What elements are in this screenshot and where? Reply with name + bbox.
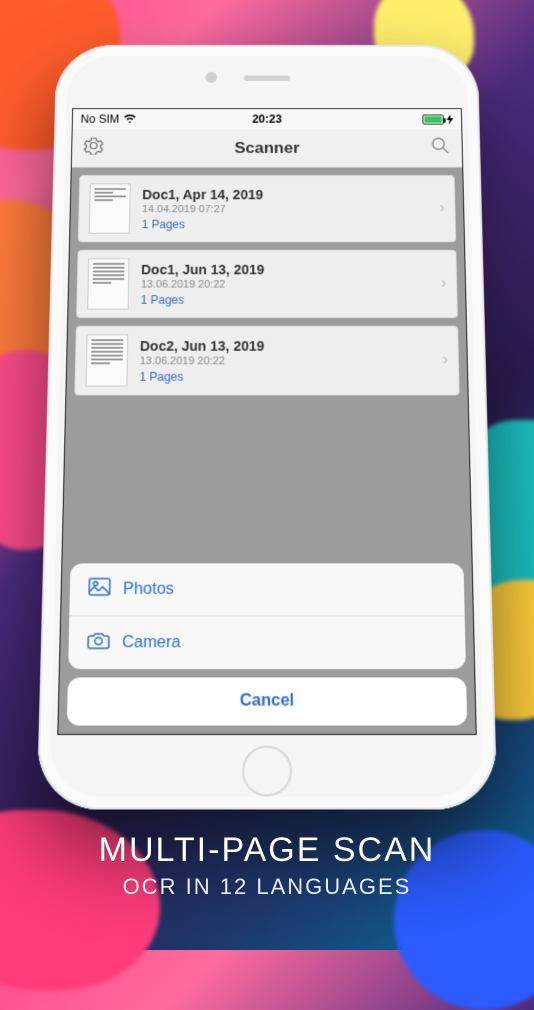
search-icon[interactable] (431, 136, 451, 159)
document-pages: 1 Pages (139, 370, 431, 384)
document-thumbnail (89, 183, 131, 233)
photo-icon (88, 578, 111, 601)
document-date: 14.04.2019 07:27 (142, 203, 428, 214)
phone-mockup: No SIM 20:23 Scanner (37, 45, 498, 810)
chevron-right-icon: › (439, 200, 445, 217)
chevron-right-icon: › (442, 352, 448, 369)
battery-icon (422, 114, 453, 124)
nav-title: Scanner (234, 139, 299, 157)
document-list: Doc1, Apr 14, 2019 14.04.2019 07:27 1 Pa… (66, 168, 468, 411)
cancel-label: Cancel (240, 692, 294, 710)
action-sheet-label: Photos (123, 580, 174, 598)
wifi-icon (123, 113, 137, 126)
status-carrier: No SIM (80, 113, 119, 126)
chevron-right-icon: › (441, 275, 447, 292)
settings-icon[interactable] (84, 136, 104, 159)
document-date: 13.06.2019 20:22 (141, 279, 430, 290)
document-row[interactable]: Doc2, Jun 13, 2019 13.06.2019 20:22 1 Pa… (74, 326, 459, 396)
document-pages: 1 Pages (142, 217, 428, 230)
document-title: Doc2, Jun 13, 2019 (140, 338, 431, 353)
action-sheet-cancel[interactable]: Cancel (67, 677, 467, 725)
document-thumbnail (86, 334, 129, 386)
action-sheet: Photos Camera Cancel (67, 563, 467, 725)
phone-screen: No SIM 20:23 Scanner (57, 108, 477, 735)
document-thumbnail (87, 258, 129, 309)
action-sheet-camera[interactable]: Camera (68, 616, 466, 669)
status-bar: No SIM 20:23 (73, 109, 462, 129)
marketing-headline: MULTI-PAGE SCAN (0, 831, 534, 870)
marketing-subline: OCR IN 12 LANGUAGES (0, 874, 534, 900)
document-title: Doc1, Jun 13, 2019 (141, 262, 429, 277)
marketing-copy: MULTI-PAGE SCAN OCR IN 12 LANGUAGES (0, 831, 534, 900)
status-time: 20:23 (252, 113, 282, 126)
camera-icon (87, 631, 110, 655)
action-sheet-photos[interactable]: Photos (69, 563, 464, 616)
document-date: 13.06.2019 20:22 (140, 355, 431, 367)
document-title: Doc1, Apr 14, 2019 (142, 187, 427, 202)
phone-speaker (244, 76, 290, 81)
document-row[interactable]: Doc1, Apr 14, 2019 14.04.2019 07:27 1 Pa… (78, 175, 456, 242)
action-sheet-label: Camera (122, 633, 181, 652)
phone-front-camera (205, 72, 217, 83)
document-pages: 1 Pages (141, 293, 430, 306)
phone-home-button (242, 746, 292, 797)
document-row[interactable]: Doc1, Jun 13, 2019 13.06.2019 20:22 1 Pa… (76, 250, 458, 318)
nav-bar: Scanner (72, 129, 462, 168)
